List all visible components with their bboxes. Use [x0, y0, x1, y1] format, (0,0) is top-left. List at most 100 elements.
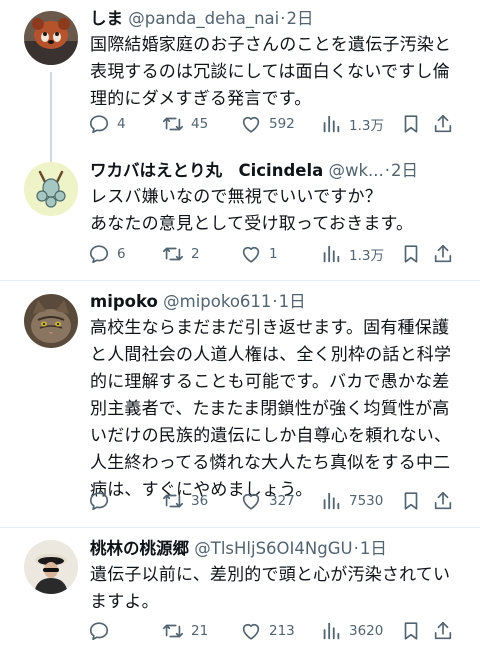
views-count: 7530	[349, 493, 384, 509]
retweet-button[interactable]: 21	[162, 617, 208, 645]
like-count: 327	[269, 493, 295, 509]
reply-button[interactable]	[88, 487, 117, 515]
user-handle[interactable]: @panda_deha_nai	[128, 9, 279, 28]
retweet-count: 21	[191, 623, 209, 639]
share-button[interactable]	[432, 617, 454, 645]
tweet-text-line: 表現するのは冗談にしては面白くないですし倫	[90, 62, 450, 82]
share-icon	[434, 621, 452, 640]
views-count: 1.3万	[349, 248, 384, 264]
post-time[interactable]: 1日	[360, 539, 387, 558]
tweet-text: レスバ嫌いなので無視でいいですか？ あなたの意見として受け取っておきます。	[90, 184, 472, 238]
display-name[interactable]: ワカバはえとり丸 Cicindela	[90, 161, 323, 180]
retweet-count: 45	[191, 116, 209, 132]
post-time[interactable]: 1日	[279, 292, 306, 311]
share-icon	[434, 244, 452, 263]
like-icon	[242, 623, 260, 640]
separator-dot: ·	[280, 9, 286, 28]
reply-count: 4	[117, 116, 126, 132]
retweet-button[interactable]: 36	[162, 487, 208, 515]
avatar-mipoko[interactable]	[24, 294, 78, 348]
bookmark-button[interactable]	[400, 110, 422, 138]
like-button[interactable]: 327	[240, 487, 295, 515]
avatar-wakaba[interactable]	[24, 162, 78, 216]
tweet-text-line: 別主義者で、たまたま閉鎖性が強く均質性が高	[90, 399, 450, 419]
like-button[interactable]: 1	[240, 240, 278, 268]
views-icon	[323, 492, 340, 510]
bookmark-button[interactable]	[400, 487, 422, 515]
reply-button[interactable]: 6	[88, 240, 126, 268]
reply-button[interactable]: 4	[88, 110, 126, 138]
retweet-icon	[163, 117, 183, 131]
avatar-tourin[interactable]	[24, 540, 78, 594]
views-icon	[323, 622, 340, 640]
views-icon	[323, 245, 340, 263]
tweet-text-line: 理的にダメすぎる発言です。	[90, 89, 312, 109]
tweet-text-line: 国際結婚家庭のお子さんのことを遺伝子汚染と	[90, 35, 452, 55]
tweet-header: しま @panda_deha_nai·2日	[90, 7, 470, 31]
share-icon	[434, 114, 452, 133]
tweet-header: 桃林の桃源郷 @TlsHljS6OI4NgGU·1日	[90, 537, 470, 561]
bookmark-icon	[404, 492, 418, 510]
display-name[interactable]: 桃林の桃源郷	[90, 539, 189, 558]
share-button[interactable]	[432, 487, 454, 515]
like-button[interactable]: 213	[240, 617, 295, 645]
tweet-header: ワカバはえとり丸 Cicindela @wk...·2日	[90, 159, 470, 183]
tweet-text-line: 遺伝子以前に、差別的で頭と心が汚染されてい	[90, 565, 451, 585]
tweet-text: 国際結婚家庭のお子さんのことを遺伝子汚染と 表現するのは冗談にしては面白くないで…	[90, 32, 472, 113]
separator-dot: ·	[272, 292, 278, 311]
tweet-text-line: レスバ嫌いなので無視でいいですか？	[90, 187, 382, 207]
bookmark-button[interactable]	[400, 240, 422, 268]
post-time[interactable]: 2日	[286, 9, 313, 28]
avatar-shima[interactable]	[24, 11, 78, 65]
tweet-text-line: あなたの意見として受け取っておきます。	[90, 214, 414, 234]
tweet-text-line: と人間社会の人道人権は、全く別枠の話と科学	[90, 345, 452, 365]
reply-icon	[89, 245, 109, 264]
like-count: 592	[269, 116, 295, 132]
tweet-text-line: ますよ。	[90, 592, 159, 612]
thread-connector-line	[50, 72, 52, 164]
tweet-header: mipoko @mipoko611·1日	[90, 290, 470, 314]
user-handle[interactable]: @TlsHljS6OI4NgGU	[194, 539, 352, 558]
like-icon	[242, 493, 260, 510]
post-time[interactable]: 2日	[391, 161, 418, 180]
like-icon	[242, 116, 260, 133]
tweet-text-line: いだけの民族的遺伝にしか自尊心を頼れない、	[90, 426, 452, 446]
tweet-text-line: 的に理解することも可能です。バカで愚かな差	[90, 372, 450, 392]
tweet-divider	[0, 280, 480, 281]
bookmark-button[interactable]	[400, 617, 422, 645]
bookmark-icon	[404, 115, 418, 133]
retweet-button[interactable]: 45	[162, 110, 208, 138]
tweet-text: 遺伝子以前に、差別的で頭と心が汚染されてい ますよ。	[90, 562, 472, 616]
display-name[interactable]: しま	[90, 9, 123, 28]
share-button[interactable]	[432, 110, 454, 138]
retweet-icon	[163, 247, 183, 261]
tweet-divider	[0, 527, 480, 528]
share-icon	[434, 491, 452, 510]
reply-icon	[89, 115, 109, 134]
like-count: 213	[269, 623, 295, 639]
tweet-actions: 6 2 1 1.3万	[88, 240, 468, 268]
separator-dot: ·	[353, 539, 359, 558]
tweet-actions: 21 213 3620	[88, 617, 468, 645]
views-icon	[323, 115, 340, 133]
tweet-text-line: 高校生ならまだまだ引き返せます。固有種保護	[90, 318, 450, 338]
retweet-count: 2	[191, 246, 200, 262]
views-button[interactable]: 7530	[320, 487, 383, 515]
bookmark-icon	[404, 245, 418, 263]
retweet-icon	[163, 494, 183, 508]
views-button[interactable]: 3620	[320, 617, 383, 645]
user-handle[interactable]: @mipoko611	[163, 292, 271, 311]
like-button[interactable]: 592	[240, 110, 295, 138]
retweet-button[interactable]: 2	[162, 240, 200, 268]
reply-count: 6	[117, 246, 126, 262]
views-button[interactable]: 1.3万	[320, 240, 384, 268]
reply-icon	[89, 492, 109, 511]
retweet-count: 36	[191, 493, 209, 509]
user-handle[interactable]: @wk...	[329, 161, 384, 180]
tweet-text: 高校生ならまだまだ引き返せます。固有種保護 と人間社会の人道人権は、全く別枠の話…	[90, 315, 472, 504]
share-button[interactable]	[432, 240, 454, 268]
display-name[interactable]: mipoko	[90, 292, 158, 311]
tweet-actions: 36 327 7530	[88, 487, 468, 515]
views-button[interactable]: 1.3万	[320, 110, 384, 138]
reply-button[interactable]	[88, 617, 117, 645]
